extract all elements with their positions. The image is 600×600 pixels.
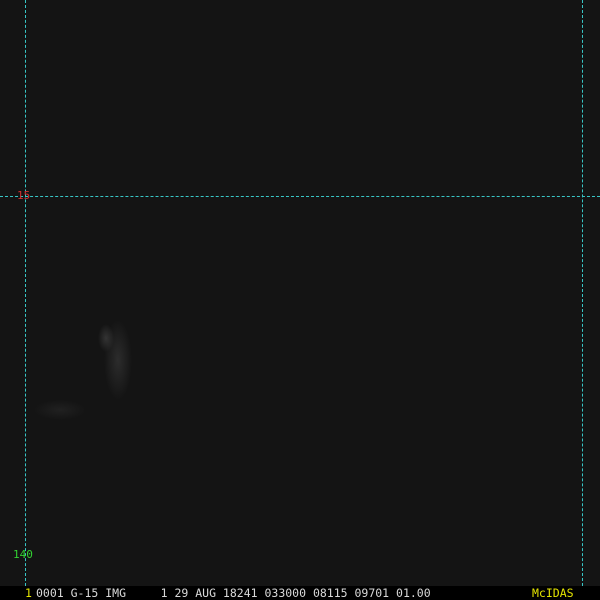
satellite-imagery: [0, 0, 600, 586]
mcidas-brand-label: McIDAS: [532, 586, 574, 600]
longitude-grid-line-left: [25, 0, 26, 586]
longitude-grid-line-right: [582, 0, 583, 586]
longitude-label: 140: [13, 548, 33, 561]
image-info-text: 0001 G-15 IMG 1 29 AUG 18241 033000 0811…: [36, 586, 431, 600]
frame-number: 1: [25, 586, 32, 600]
latitude-label: 15: [17, 189, 31, 202]
status-bar: 1 0001 G-15 IMG 1 29 AUG 18241 033000 08…: [0, 586, 600, 600]
latitude-grid-line: [0, 196, 600, 197]
satellite-image-viewer: 15 140 1 0001 G-15 IMG 1 29 AUG 18241 03…: [0, 0, 600, 600]
